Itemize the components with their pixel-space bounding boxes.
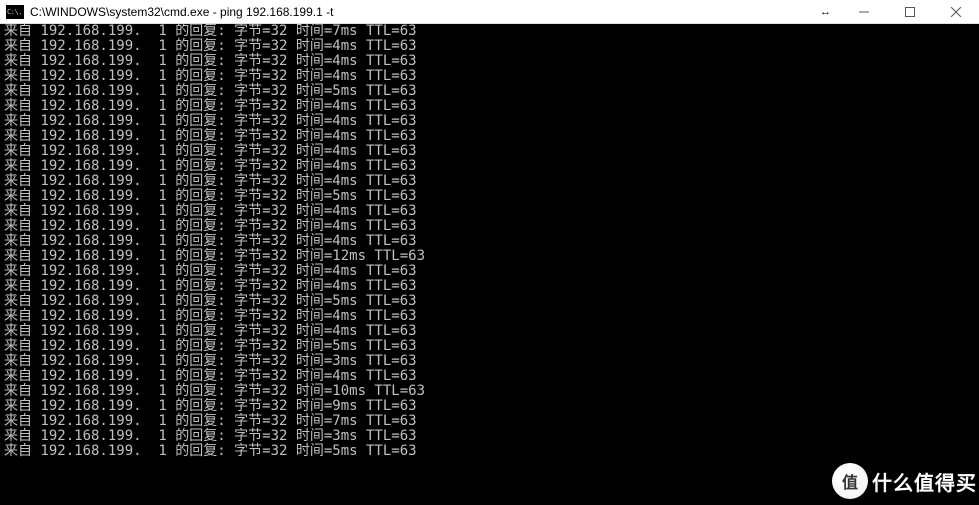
- ping-reply-line: 来自 192.168.199. 1 的回复: 字节=32 时间=4ms TTL=…: [4, 369, 975, 384]
- ping-reply-line: 来自 192.168.199. 1 的回复: 字节=32 时间=9ms TTL=…: [4, 399, 975, 414]
- ping-reply-line: 来自 192.168.199. 1 的回复: 字节=32 时间=4ms TTL=…: [4, 204, 975, 219]
- ping-reply-line: 来自 192.168.199. 1 的回复: 字节=32 时间=7ms TTL=…: [4, 414, 975, 429]
- ping-reply-line: 来自 192.168.199. 1 的回复: 字节=32 时间=4ms TTL=…: [4, 279, 975, 294]
- minimize-button[interactable]: [841, 0, 887, 23]
- watermark-text: 什么值得买: [872, 467, 977, 496]
- ping-reply-line: 来自 192.168.199. 1 的回复: 字节=32 时间=4ms TTL=…: [4, 159, 975, 174]
- ping-reply-line: 来自 192.168.199. 1 的回复: 字节=32 时间=4ms TTL=…: [4, 144, 975, 159]
- ping-reply-line: 来自 192.168.199. 1 的回复: 字节=32 时间=5ms TTL=…: [4, 339, 975, 354]
- ping-reply-line: 来自 192.168.199. 1 的回复: 字节=32 时间=4ms TTL=…: [4, 234, 975, 249]
- ping-reply-line: 来自 192.168.199. 1 的回复: 字节=32 时间=4ms TTL=…: [4, 174, 975, 189]
- window-title: C:\WINDOWS\system32\cmd.exe - ping 192.1…: [30, 5, 820, 19]
- ping-reply-line: 来自 192.168.199. 1 的回复: 字节=32 时间=3ms TTL=…: [4, 429, 975, 444]
- titlebar[interactable]: C:\. C:\WINDOWS\system32\cmd.exe - ping …: [0, 0, 979, 24]
- cmd-icon: C:\.: [6, 5, 24, 19]
- ping-reply-line: 来自 192.168.199. 1 的回复: 字节=32 时间=12ms TTL…: [4, 249, 975, 264]
- ping-reply-line: 来自 192.168.199. 1 的回复: 字节=32 时间=10ms TTL…: [4, 384, 975, 399]
- watermark-badge-icon: 值: [832, 463, 868, 499]
- close-button[interactable]: [933, 0, 979, 23]
- ping-reply-line: 来自 192.168.199. 1 的回复: 字节=32 时间=5ms TTL=…: [4, 84, 975, 99]
- ping-reply-line: 来自 192.168.199. 1 的回复: 字节=32 时间=4ms TTL=…: [4, 39, 975, 54]
- ping-reply-line: 来自 192.168.199. 1 的回复: 字节=32 时间=7ms TTL=…: [4, 24, 975, 39]
- ping-reply-line: 来自 192.168.199. 1 的回复: 字节=32 时间=5ms TTL=…: [4, 444, 975, 459]
- resize-indicator-icon: ↔: [820, 6, 831, 18]
- ping-reply-line: 来自 192.168.199. 1 的回复: 字节=32 时间=4ms TTL=…: [4, 99, 975, 114]
- ping-reply-line: 来自 192.168.199. 1 的回复: 字节=32 时间=4ms TTL=…: [4, 69, 975, 84]
- window-controls: [841, 0, 979, 23]
- ping-reply-line: 来自 192.168.199. 1 的回复: 字节=32 时间=5ms TTL=…: [4, 294, 975, 309]
- ping-reply-line: 来自 192.168.199. 1 的回复: 字节=32 时间=4ms TTL=…: [4, 309, 975, 324]
- ping-reply-line: 来自 192.168.199. 1 的回复: 字节=32 时间=4ms TTL=…: [4, 264, 975, 279]
- console-output: 来自 192.168.199. 1 的回复: 字节=32 时间=7ms TTL=…: [4, 24, 975, 459]
- ping-reply-line: 来自 192.168.199. 1 的回复: 字节=32 时间=4ms TTL=…: [4, 54, 975, 69]
- console-area[interactable]: 来自 192.168.199. 1 的回复: 字节=32 时间=7ms TTL=…: [0, 24, 979, 505]
- ping-reply-line: 来自 192.168.199. 1 的回复: 字节=32 时间=4ms TTL=…: [4, 129, 975, 144]
- ping-reply-line: 来自 192.168.199. 1 的回复: 字节=32 时间=5ms TTL=…: [4, 189, 975, 204]
- ping-reply-line: 来自 192.168.199. 1 的回复: 字节=32 时间=4ms TTL=…: [4, 114, 975, 129]
- cmd-window: C:\. C:\WINDOWS\system32\cmd.exe - ping …: [0, 0, 979, 505]
- ping-reply-line: 来自 192.168.199. 1 的回复: 字节=32 时间=3ms TTL=…: [4, 354, 975, 369]
- ping-reply-line: 来自 192.168.199. 1 的回复: 字节=32 时间=4ms TTL=…: [4, 324, 975, 339]
- watermark: 值 什么值得买: [832, 463, 977, 499]
- maximize-button[interactable]: [887, 0, 933, 23]
- ping-reply-line: 来自 192.168.199. 1 的回复: 字节=32 时间=4ms TTL=…: [4, 219, 975, 234]
